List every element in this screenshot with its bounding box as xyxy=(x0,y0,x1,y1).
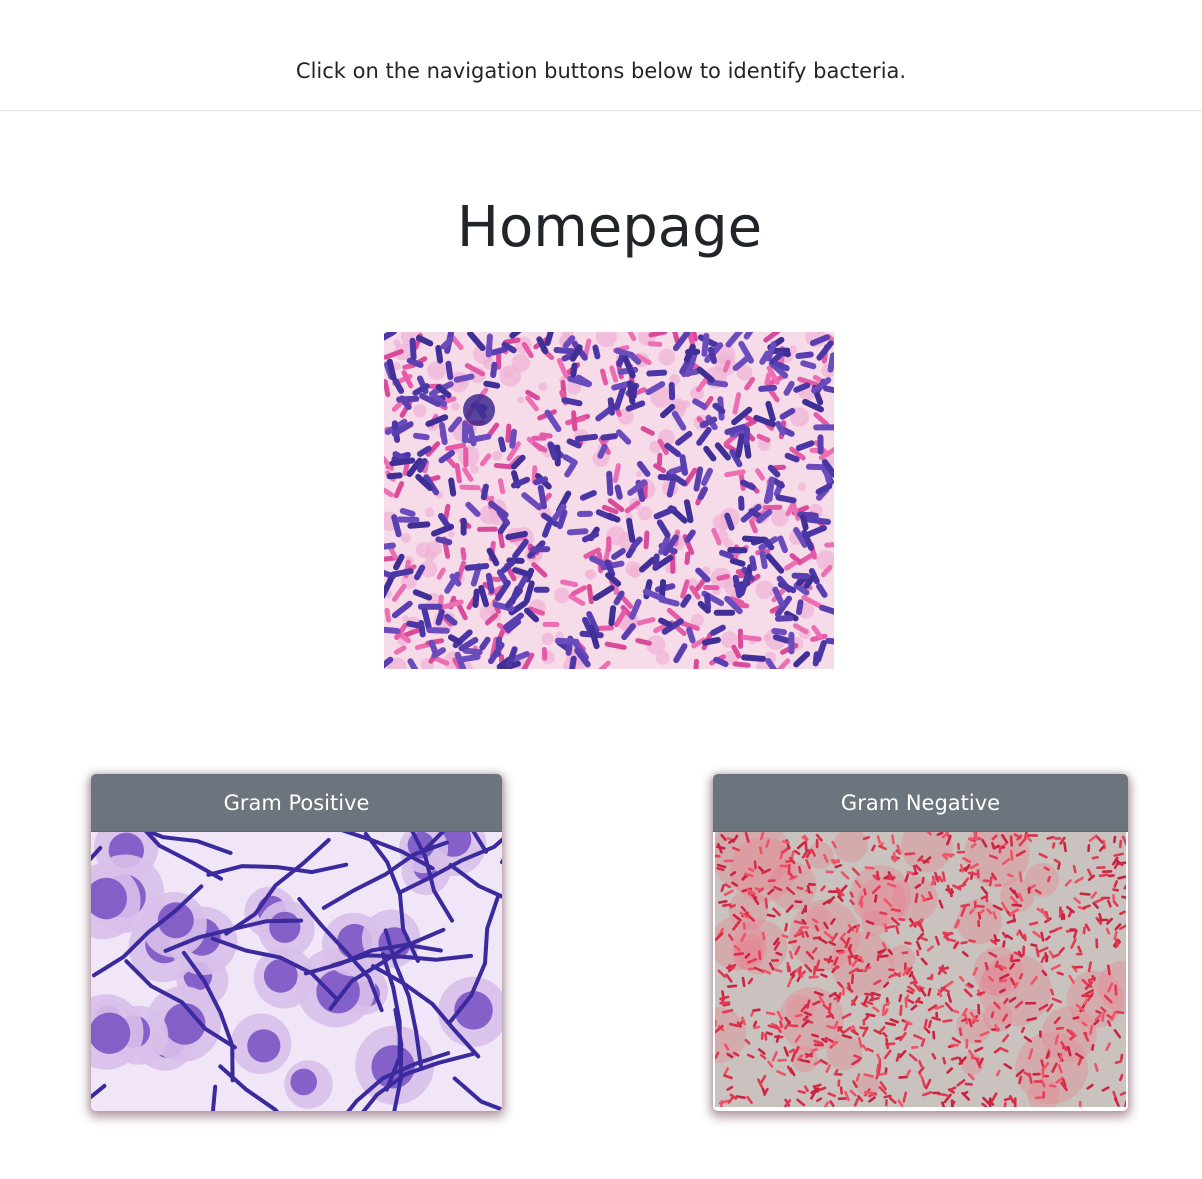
gram-positive-button[interactable]: Gram Positive xyxy=(91,774,502,832)
gram-negative-image[interactable] xyxy=(715,832,1126,1107)
gram-negative-card[interactable]: Gram Negative xyxy=(713,774,1128,1111)
gram-positive-image[interactable] xyxy=(91,832,502,1111)
gram-negative-button[interactable]: Gram Negative xyxy=(713,774,1128,832)
page-title: Homepage xyxy=(456,195,763,260)
instructions-text: Click on the navigation buttons below to… xyxy=(295,59,907,83)
hero-image xyxy=(384,332,834,669)
gram-positive-card[interactable]: Gram Positive xyxy=(91,774,502,1111)
